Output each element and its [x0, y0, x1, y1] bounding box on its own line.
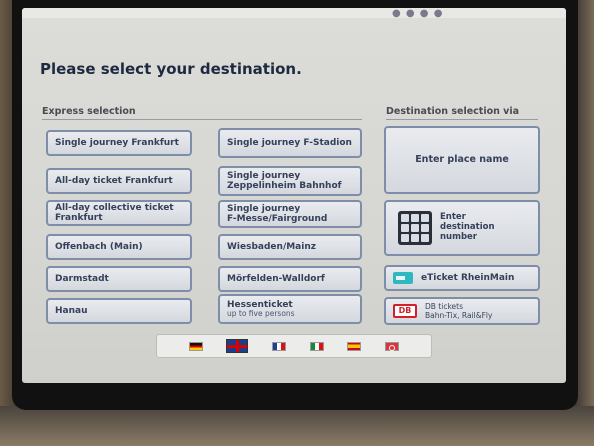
button-label: Darmstadt: [55, 273, 109, 284]
hessenticket-button[interactable]: Hessenticket up to five persons: [218, 294, 362, 324]
uk-flag-icon[interactable]: [226, 339, 249, 353]
top-strip: [22, 8, 566, 18]
machine-frame-bottom: [0, 406, 594, 446]
button-label: Wiesbaden/Mainz: [227, 241, 316, 252]
button-label-line1: DB tickets: [425, 302, 463, 311]
button-label: Hanau: [55, 305, 88, 316]
ticket-machine-screen: ● ● ● ● Please select your destination. …: [22, 8, 566, 383]
all-day-collective-ticket-button[interactable]: All-day collective ticket Frankfurt: [46, 200, 192, 226]
button-label: All-day ticket Frankfurt: [55, 175, 173, 186]
header-decoration: ● ● ● ●: [392, 8, 444, 19]
eticket-rheinmain-button[interactable]: eTicket RheinMain: [384, 265, 540, 291]
button-label-line1: Single journey: [227, 170, 301, 181]
express-selection-label: Express selection: [42, 106, 362, 120]
button-label-line1: Single journey: [227, 203, 301, 214]
button-label: Single journey F-Stadion: [227, 137, 352, 148]
button-label-line2: Zeppelinheim Bahnhof: [227, 181, 342, 191]
offenbach-button[interactable]: Offenbach (Main): [46, 234, 192, 260]
hanau-button[interactable]: Hanau: [46, 298, 192, 324]
single-journey-zeppelinheim-button[interactable]: Single journey Zeppelinheim Bahnhof: [218, 166, 362, 196]
eticket-card-icon: [393, 272, 413, 284]
page-title: Please select your destination.: [40, 60, 302, 78]
italian-flag-icon[interactable]: [309, 341, 324, 351]
single-journey-fstadion-button[interactable]: Single journey F-Stadion: [218, 128, 362, 158]
single-journey-frankfurt-button[interactable]: Single journey Frankfurt: [46, 130, 192, 156]
button-label: Enter place name: [415, 153, 509, 165]
french-flag-icon[interactable]: [272, 341, 287, 351]
button-label: Mörfelden-Walldorf: [227, 273, 325, 284]
single-journey-messe-button[interactable]: Single journey F-Messe/Fairground: [218, 200, 362, 228]
spanish-flag-icon[interactable]: [347, 341, 362, 351]
button-label-line3: number: [440, 231, 478, 242]
button-label: Offenbach (Main): [55, 241, 143, 252]
button-sublabel: up to five persons: [227, 308, 295, 318]
german-flag-icon[interactable]: [188, 341, 203, 351]
keypad-icon: [398, 211, 432, 245]
db-tickets-button[interactable]: DB DB tickets Bahn-Tix, Rail&Fly: [384, 297, 540, 325]
enter-destination-number-button[interactable]: Enter destination number: [384, 200, 540, 256]
button-label: Single journey Frankfurt: [55, 137, 179, 148]
darmstadt-button[interactable]: Darmstadt: [46, 266, 192, 292]
morfelden-walldorf-button[interactable]: Mörfelden-Walldorf: [218, 266, 362, 292]
enter-place-name-button[interactable]: Enter place name: [384, 126, 540, 194]
language-selector-bar: [156, 334, 432, 358]
button-label: eTicket RheinMain: [421, 272, 515, 283]
all-day-ticket-frankfurt-button[interactable]: All-day ticket Frankfurt: [46, 168, 192, 194]
destination-selection-label: Destination selection via: [386, 106, 538, 120]
button-label-line1: All-day collective ticket: [55, 202, 174, 213]
button-label-line2: Frankfurt: [55, 213, 103, 223]
turkish-flag-icon[interactable]: [385, 341, 400, 351]
wiesbaden-mainz-button[interactable]: Wiesbaden/Mainz: [218, 234, 362, 260]
button-label-line2: Bahn-Tix, Rail&Fly: [425, 311, 493, 320]
db-logo-icon: DB: [393, 304, 417, 318]
button-label-line2: F-Messe/Fairground: [227, 214, 328, 224]
